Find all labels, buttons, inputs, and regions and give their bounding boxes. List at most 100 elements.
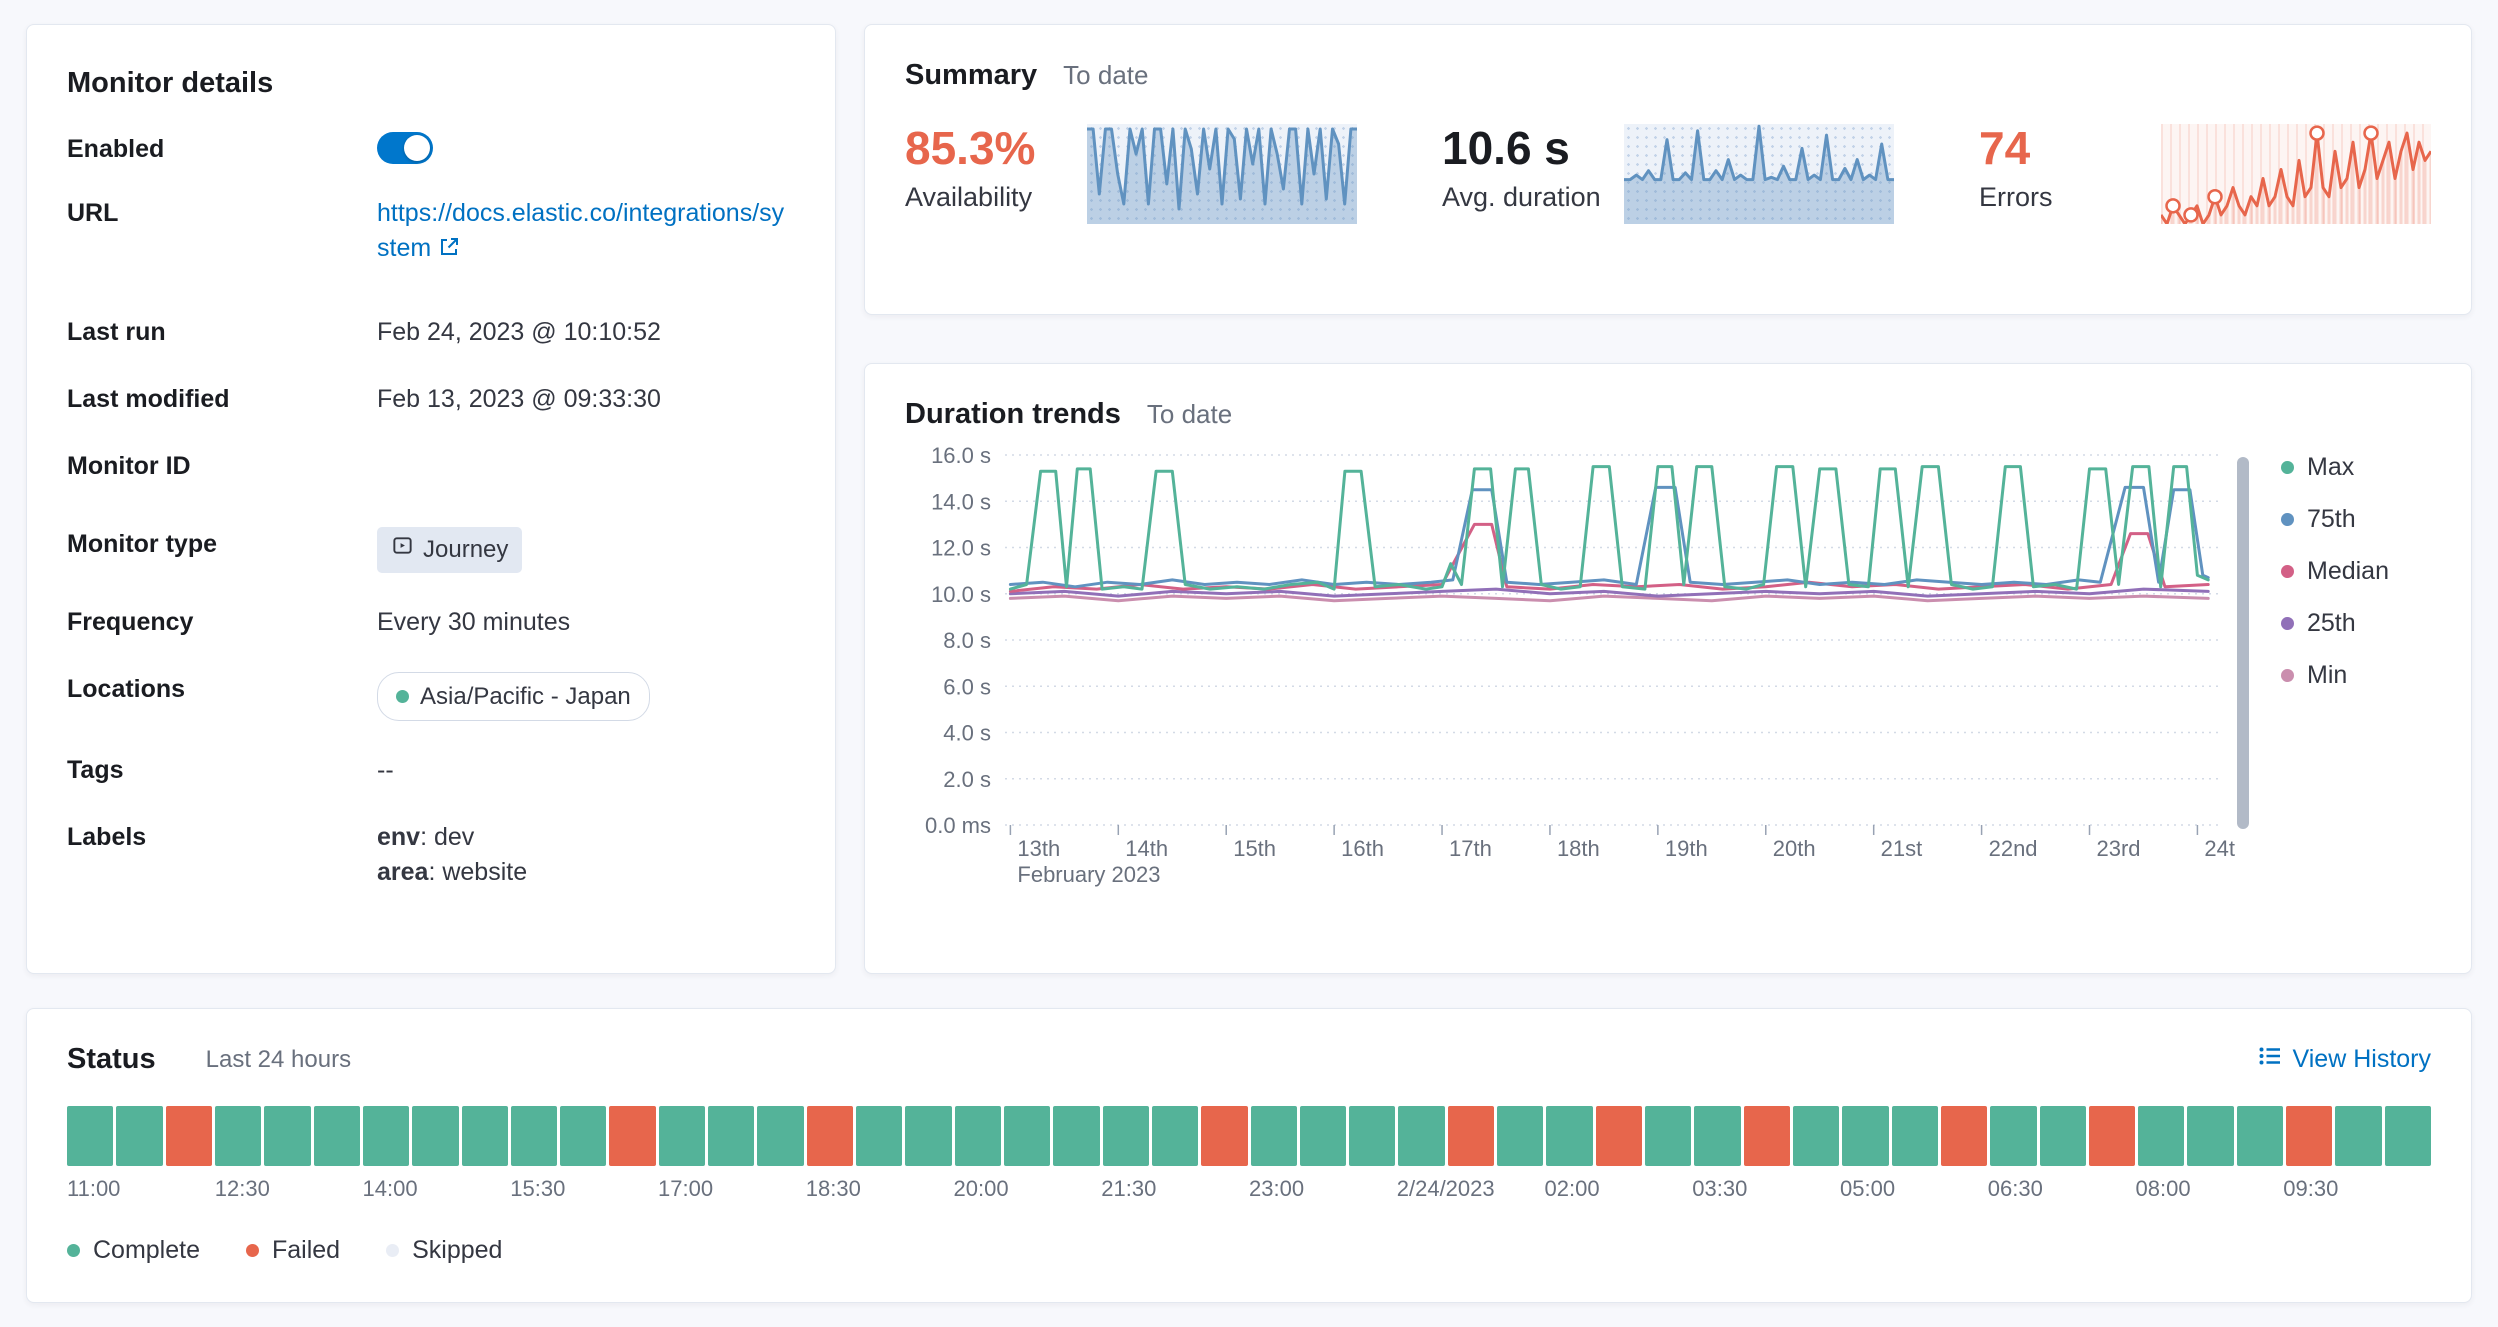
status-block-complete[interactable] (1103, 1106, 1149, 1166)
availability-value: 85.3% (905, 124, 1087, 172)
status-block-complete[interactable] (314, 1106, 360, 1166)
location-name: Asia/Pacific - Japan (420, 680, 631, 714)
status-block-complete[interactable] (363, 1106, 409, 1166)
journey-icon (391, 533, 414, 567)
monitor-details-panel: Monitor details Enabled URL https://docs… (26, 24, 836, 974)
status-block-complete[interactable] (856, 1106, 902, 1166)
label-item-area: area: website (377, 855, 795, 890)
svg-text:24th: 24th (2204, 836, 2235, 861)
legend-item-75th[interactable]: 75th (2281, 505, 2389, 534)
status-axis: 11:0012:3014:0015:3017:0018:3020:0021:30… (67, 1176, 2431, 1208)
legend-item-25th[interactable]: 25th (2281, 609, 2389, 638)
legend-label-skipped: Skipped (412, 1236, 502, 1265)
frequency-value: Every 30 minutes (377, 605, 795, 640)
svg-text:12.0 s: 12.0 s (931, 536, 991, 561)
svg-text:23rd: 23rd (2097, 836, 2141, 861)
status-block-complete[interactable] (1645, 1106, 1691, 1166)
status-block-complete[interactable] (412, 1106, 458, 1166)
legend-label-median: Median (2307, 557, 2389, 586)
status-block-failed[interactable] (609, 1106, 655, 1166)
status-block-complete[interactable] (1349, 1106, 1395, 1166)
status-block-complete[interactable] (67, 1106, 113, 1166)
status-block-complete[interactable] (2385, 1106, 2431, 1166)
status-block-complete[interactable] (1842, 1106, 1888, 1166)
status-block-complete[interactable] (1990, 1106, 2036, 1166)
status-block-complete[interactable] (215, 1106, 261, 1166)
last-modified-row: Last modified Feb 13, 2023 @ 09:33:30 (67, 382, 795, 417)
status-block-complete[interactable] (560, 1106, 606, 1166)
status-block-failed[interactable] (1448, 1106, 1494, 1166)
status-axis-label: 08:00 (2136, 1176, 2191, 1202)
legend-dot-complete (67, 1244, 80, 1257)
status-block-failed[interactable] (166, 1106, 212, 1166)
legend-item-failed: Failed (246, 1236, 340, 1265)
errors-sparkline (2161, 124, 2431, 224)
status-block-complete[interactable] (1546, 1106, 1592, 1166)
monitor-details-title: Monitor details (67, 67, 795, 100)
status-axis-label: 15:30 (510, 1176, 565, 1202)
status-block-complete[interactable] (116, 1106, 162, 1166)
status-block-complete[interactable] (757, 1106, 803, 1166)
labels-row: Labels env: dev area: website (67, 820, 795, 890)
status-block-complete[interactable] (1793, 1106, 1839, 1166)
status-block-complete[interactable] (2187, 1106, 2233, 1166)
monitor-url-link[interactable]: https://docs.elastic.co/integrations/sys… (377, 199, 784, 262)
status-block-complete[interactable] (264, 1106, 310, 1166)
status-block-failed[interactable] (2089, 1106, 2135, 1166)
duration-trends-title: Duration trends (905, 398, 1121, 431)
legend-item-max[interactable]: Max (2281, 453, 2389, 482)
legend-label-min: Min (2307, 661, 2347, 690)
status-axis-label: 05:00 (1840, 1176, 1895, 1202)
monitor-id-label: Monitor ID (67, 449, 377, 481)
status-block-complete[interactable] (708, 1106, 754, 1166)
status-block-complete[interactable] (1694, 1106, 1740, 1166)
status-axis-label: 11:00 (67, 1176, 120, 1202)
status-axis-label: 09:30 (2283, 1176, 2338, 1202)
status-block-complete[interactable] (2237, 1106, 2283, 1166)
legend-dot-min (2281, 669, 2294, 682)
status-block-complete[interactable] (1497, 1106, 1543, 1166)
svg-text:14.0 s: 14.0 s (931, 489, 991, 514)
status-block-failed[interactable] (1201, 1106, 1247, 1166)
status-block-failed[interactable] (1596, 1106, 1642, 1166)
monitor-type-row: Monitor type Journey (67, 527, 795, 573)
avg-duration-sparkline (1624, 124, 1894, 224)
status-block-complete[interactable] (905, 1106, 951, 1166)
url-label: URL (67, 196, 377, 228)
svg-text:17th: 17th (1449, 836, 1492, 861)
avg-duration-metric: 10.6 s Avg. duration (1442, 124, 1894, 224)
status-block-failed[interactable] (1941, 1106, 1987, 1166)
locations-label: Locations (67, 672, 377, 704)
availability-label: Availability (905, 182, 1087, 213)
status-block-complete[interactable] (1152, 1106, 1198, 1166)
status-block-failed[interactable] (2286, 1106, 2332, 1166)
status-block-complete[interactable] (1892, 1106, 1938, 1166)
status-block-complete[interactable] (511, 1106, 557, 1166)
status-block-complete[interactable] (1300, 1106, 1346, 1166)
legend-item-min[interactable]: Min (2281, 661, 2389, 690)
status-block-complete[interactable] (1053, 1106, 1099, 1166)
view-history-link[interactable]: View History (2257, 1043, 2431, 1076)
status-block-complete[interactable] (955, 1106, 1001, 1166)
status-block-complete[interactable] (1398, 1106, 1444, 1166)
enabled-label: Enabled (67, 132, 377, 164)
monitor-type-label: Monitor type (67, 527, 377, 559)
legend-item-median[interactable]: Median (2281, 557, 2389, 586)
status-block-complete[interactable] (462, 1106, 508, 1166)
status-block-complete[interactable] (2040, 1106, 2086, 1166)
status-block-complete[interactable] (2335, 1106, 2381, 1166)
status-block-complete[interactable] (1251, 1106, 1297, 1166)
status-block-complete[interactable] (2138, 1106, 2184, 1166)
status-block-failed[interactable] (1744, 1106, 1790, 1166)
status-block-failed[interactable] (807, 1106, 853, 1166)
errors-value: 74 (1979, 124, 2161, 172)
status-block-complete[interactable] (1004, 1106, 1050, 1166)
status-axis-label: 20:00 (954, 1176, 1009, 1202)
status-axis-label: 21:30 (1101, 1176, 1156, 1202)
status-block-complete[interactable] (659, 1106, 705, 1166)
avg-duration-value: 10.6 s (1442, 124, 1624, 172)
monitor-id-row: Monitor ID (67, 449, 795, 481)
svg-text:0.0 ms: 0.0 ms (925, 813, 991, 838)
enabled-toggle[interactable] (377, 132, 433, 164)
chart-scrollbar[interactable] (2237, 457, 2249, 829)
